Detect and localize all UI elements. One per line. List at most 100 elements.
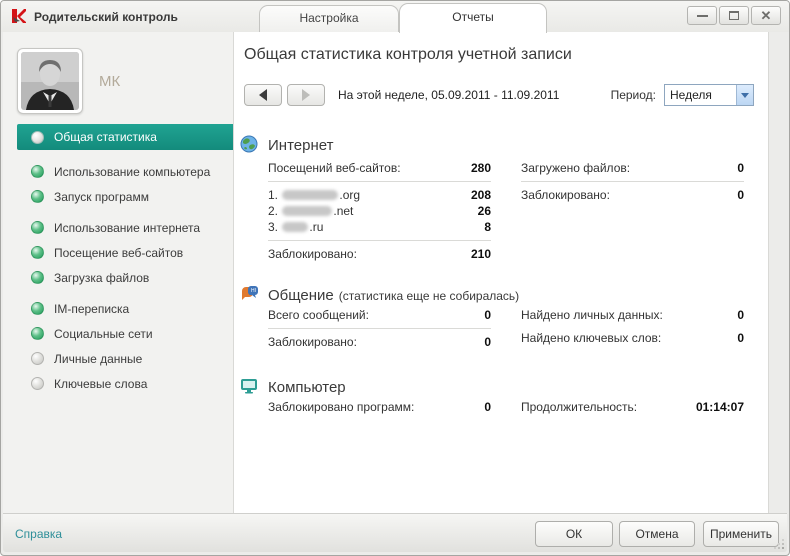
status-bullet-icon — [31, 165, 44, 178]
period-selected-value: Неделя — [670, 88, 712, 102]
stat-row-messages-blocked: Заблокировано: 0 — [268, 335, 491, 350]
stat-row-personal-data: Найдено личных данных: 0 — [521, 308, 744, 323]
site-rank: 1. — [268, 188, 279, 202]
redacted-domain — [282, 221, 309, 232]
status-bullet-icon — [31, 302, 44, 315]
internet-left-column: Посещений веб-сайтов: 280 1. .org 208 2.… — [268, 161, 491, 262]
stat-value: 0 — [737, 188, 744, 202]
report-content: Общая статистика контроля учетной записи… — [233, 32, 769, 513]
stat-value: 210 — [470, 247, 491, 261]
stat-label: Загружено файлов: — [521, 161, 631, 175]
status-bullet-icon — [31, 190, 44, 203]
computer-right-column: Продолжительность: 01:14:07 — [521, 400, 744, 415]
communication-left-column: Всего сообщений: 0 Заблокировано: 0 — [268, 308, 491, 350]
stat-value: 0 — [737, 308, 744, 322]
site-domain: 3. .ru — [268, 220, 323, 235]
close-button[interactable]: ✕ — [751, 6, 781, 25]
close-icon: ✕ — [760, 8, 772, 23]
site-suffix: .net — [333, 204, 354, 218]
divider — [268, 181, 491, 182]
top-site-row: 2. .net 26 — [268, 204, 491, 219]
svg-text:HI: HI — [251, 288, 256, 294]
site-rank: 3. — [268, 220, 279, 234]
sidebar-item-file-downloads[interactable]: Загрузка файлов — [3, 265, 233, 290]
sidebar-item-personal-data[interactable]: Личные данные — [3, 346, 233, 371]
sidebar-item-website-visits[interactable]: Посещение веб-сайтов — [3, 240, 233, 265]
sidebar-item-label: Ключевые слова — [54, 376, 148, 391]
stat-value: 0 — [737, 331, 744, 345]
sidebar-item-social-networks[interactable]: Социальные сети — [3, 321, 233, 346]
site-domain: 2. .net — [268, 204, 353, 219]
kaspersky-logo-icon — [12, 9, 26, 23]
period-range-text: На этой неделе, 05.09.2011 - 11.09.2011 — [338, 88, 560, 102]
stat-value: 0 — [484, 308, 491, 322]
minimize-button[interactable] — [687, 6, 717, 25]
redacted-domain — [282, 205, 333, 216]
sidebar-item-computer-usage[interactable]: Использование компьютера — [3, 159, 233, 184]
period-label: Период: — [610, 88, 656, 102]
section-title: Компьютер — [268, 379, 346, 396]
sidebar-item-label: Загрузка файлов — [54, 270, 150, 285]
stat-value: 0 — [484, 400, 491, 414]
site-rank: 2. — [268, 204, 279, 218]
select-dropdown-button[interactable] — [736, 85, 753, 105]
computer-left-column: Заблокировано программ: 0 — [268, 400, 491, 415]
stat-label: Заблокировано программ: — [268, 400, 415, 414]
globe-icon — [240, 135, 258, 153]
user-avatar — [17, 48, 83, 114]
maximize-icon — [729, 11, 739, 20]
window-title: Родительский контроль — [34, 10, 178, 24]
next-period-button[interactable] — [287, 84, 325, 106]
tab-settings[interactable]: Настройка — [259, 5, 399, 32]
status-bullet-icon — [31, 377, 44, 390]
arrow-right-icon — [302, 89, 310, 101]
maximize-button[interactable] — [719, 6, 749, 25]
stat-row-downloads-blocked: Заблокировано: 0 — [521, 188, 744, 203]
user-name-label: МК — [99, 73, 121, 90]
status-bullet-icon — [31, 271, 44, 284]
sidebar-item-im-messaging[interactable]: IM-переписка — [3, 296, 233, 321]
site-suffix: .ru — [309, 220, 324, 234]
stat-label: Продолжительность: — [521, 400, 638, 414]
status-bullet-icon — [31, 246, 44, 259]
stat-value: 01:14:07 — [695, 400, 744, 414]
redacted-domain — [282, 189, 339, 200]
stat-label: Найдено личных данных: — [521, 308, 663, 322]
sidebar-item-keywords[interactable]: Ключевые слова — [3, 371, 233, 396]
previous-period-button[interactable] — [244, 84, 282, 106]
stat-label: Заблокировано: — [268, 247, 357, 261]
top-site-row: 3. .ru 8 — [268, 220, 491, 235]
status-bullet-icon — [31, 130, 44, 144]
site-domain: 1. .org — [268, 188, 360, 203]
sidebar-item-label: Посещение веб-сайтов — [54, 245, 184, 260]
sidebar-item-internet-usage[interactable]: Использование интернета — [3, 215, 233, 240]
stat-label: Найдено ключевых слов: — [521, 331, 662, 345]
period-select[interactable]: Неделя — [664, 84, 754, 106]
stat-value: 0 — [484, 335, 491, 349]
communication-right-column: Найдено личных данных: 0 Найдено ключевы… — [521, 308, 744, 346]
user-photo-icon — [21, 52, 79, 110]
sidebar-item-label: Использование компьютера — [54, 164, 211, 179]
ok-button[interactable]: ОК — [535, 521, 613, 547]
section-note: (статистика еще не собиралась) — [338, 289, 520, 303]
stat-row-downloaded: Загружено файлов: 0 — [521, 161, 744, 176]
sidebar-item-label: IM-переписка — [54, 301, 130, 316]
divider — [268, 328, 491, 329]
monitor-icon — [241, 379, 257, 394]
apply-button[interactable]: Применить — [703, 521, 779, 547]
help-link[interactable]: Справка — [15, 527, 62, 541]
sidebar-item-program-launch[interactable]: Запуск программ — [3, 184, 233, 209]
sidebar-item-label: Личные данные — [54, 351, 143, 366]
top-site-row: 1. .org 208 — [268, 188, 491, 203]
resize-grip[interactable] — [782, 547, 784, 549]
arrow-left-icon — [259, 89, 267, 101]
site-count: 8 — [484, 220, 491, 234]
stat-label: Заблокировано: — [268, 335, 357, 349]
tab-reports[interactable]: Отчеты — [399, 3, 547, 33]
communication-section-header: HI Общение (статистика еще не собиралась… — [240, 282, 519, 304]
sidebar-item-general-statistics[interactable]: Общая статистика — [17, 124, 233, 150]
stat-row-blocked: Заблокировано: 210 — [268, 247, 491, 262]
footer: Справка ОК Отмена Применить — [3, 513, 787, 552]
titlebar: Родительский контроль Настройка Отчеты ✕ — [1, 1, 789, 33]
cancel-button[interactable]: Отмена — [619, 521, 695, 547]
